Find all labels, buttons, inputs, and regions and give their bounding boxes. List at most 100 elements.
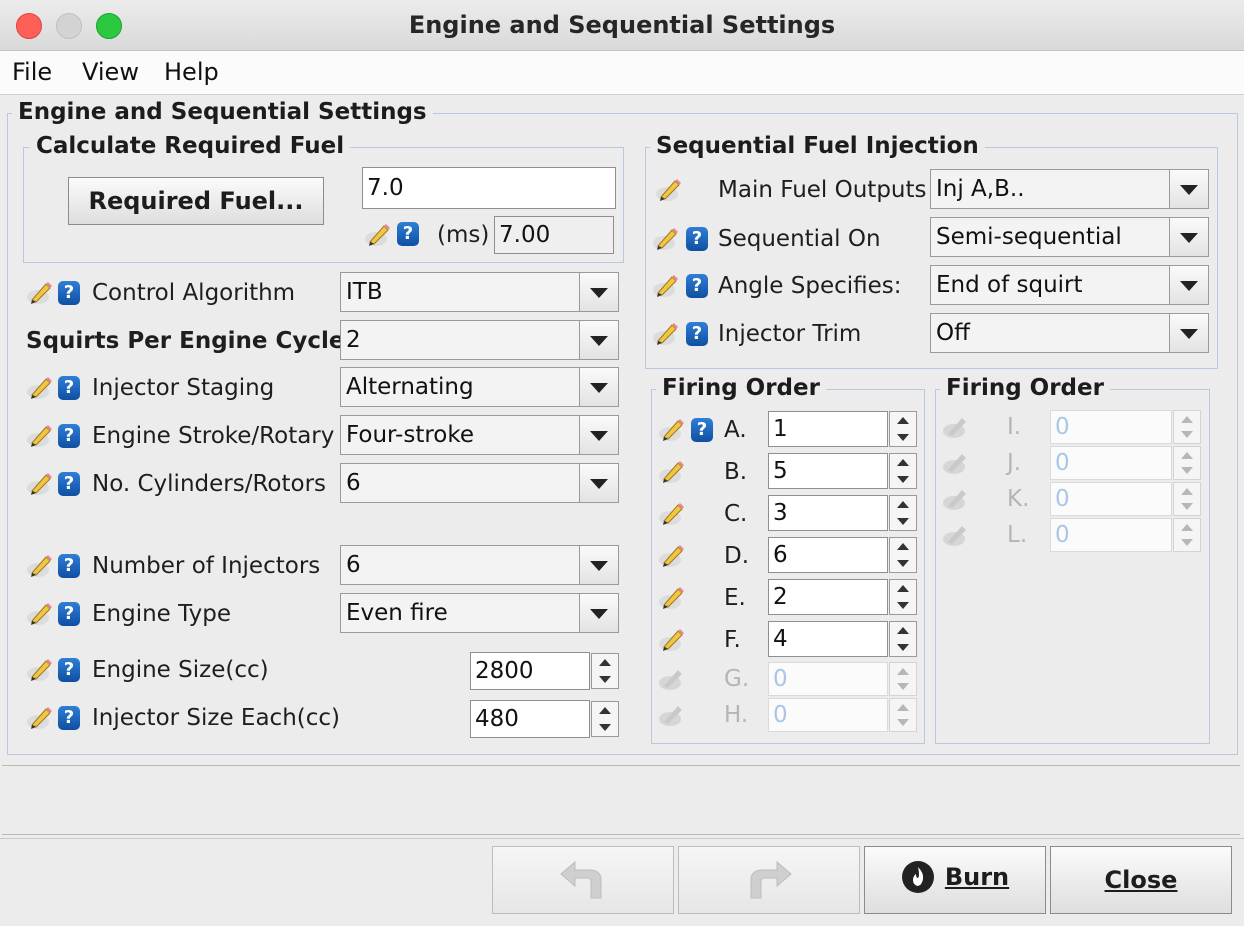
menu-file[interactable]: File	[12, 51, 52, 94]
firing-stepper-j	[1173, 446, 1201, 480]
firing-label-d: D.	[724, 543, 750, 569]
firing-input-b[interactable]	[768, 453, 888, 489]
squirts-value: 2	[346, 327, 361, 353]
pencil-icon	[26, 657, 54, 683]
main-outputs-label: Main Fuel Outputs	[718, 177, 927, 203]
firing-input-e[interactable]	[768, 579, 888, 615]
firing-label-g: G.	[724, 666, 750, 692]
firing-input-k	[1050, 482, 1172, 516]
pencil-icon	[942, 522, 970, 548]
menu-view[interactable]: View	[82, 51, 139, 94]
help-icon[interactable]: ?	[686, 322, 708, 346]
required-fuel-legend: Calculate Required Fuel	[30, 133, 351, 159]
pencil-icon	[942, 450, 970, 476]
injector-size-label: Injector Size Each(cc)	[92, 705, 341, 731]
injector-size-input[interactable]	[470, 700, 590, 738]
help-icon[interactable]: ?	[58, 281, 80, 305]
firing-input-f[interactable]	[768, 621, 888, 657]
main-outputs-value: Inj A,B..	[936, 176, 1025, 202]
pencil-icon	[658, 627, 686, 653]
chevron-down-icon[interactable]	[579, 594, 618, 632]
cylinders-value: 6	[346, 470, 361, 496]
engine-size-input[interactable]	[470, 652, 590, 690]
firing-stepper-e[interactable]	[889, 579, 917, 615]
engine-settings-legend: Engine and Sequential Settings	[12, 99, 433, 125]
firing-input-a[interactable]	[768, 411, 888, 447]
sequential-on-select[interactable]: Semi-sequential	[930, 217, 1209, 257]
chevron-down-icon[interactable]	[579, 416, 618, 454]
firing-stepper-d[interactable]	[889, 537, 917, 573]
burn-label: Burn	[944, 863, 1010, 891]
chevron-down-icon[interactable]	[579, 368, 618, 406]
firing-stepper-k	[1173, 482, 1201, 516]
angle-specifies-select[interactable]: End of squirt	[930, 265, 1209, 305]
redo-arrow-icon	[750, 860, 792, 899]
firing-input-l	[1050, 518, 1172, 552]
control-algorithm-label: Control Algorithm	[92, 280, 296, 306]
close-button[interactable]: Close	[1050, 846, 1232, 914]
engine-stroke-select[interactable]: Four-stroke	[340, 415, 619, 455]
pencil-icon	[655, 177, 683, 203]
injector-trim-value: Off	[936, 320, 970, 346]
help-icon[interactable]: ?	[58, 706, 80, 730]
engine-type-value: Even fire	[346, 600, 448, 626]
firing-input-d[interactable]	[768, 537, 888, 573]
chevron-down-icon[interactable]	[579, 273, 618, 311]
menu-help-label: Help	[164, 58, 219, 86]
pencil-icon	[942, 486, 970, 512]
menu-file-label: File	[12, 58, 53, 86]
help-icon[interactable]: ?	[58, 472, 80, 496]
firing-stepper-l	[1173, 518, 1201, 552]
chevron-down-icon[interactable]	[1169, 266, 1208, 304]
engine-type-select[interactable]: Even fire	[340, 593, 619, 633]
burn-button[interactable]: Burn	[864, 846, 1046, 914]
help-icon[interactable]: ?	[397, 222, 419, 246]
flame-icon	[901, 861, 934, 893]
control-algorithm-select[interactable]: ITB	[340, 272, 619, 312]
help-icon[interactable]: ?	[58, 424, 80, 448]
undo-arrow-icon	[560, 860, 602, 899]
required-fuel-input[interactable]	[362, 167, 616, 209]
main-outputs-select[interactable]: Inj A,B..	[930, 169, 1209, 209]
help-icon[interactable]: ?	[686, 227, 708, 251]
pencil-icon	[652, 226, 680, 252]
firing-stepper-c[interactable]	[889, 495, 917, 531]
help-icon[interactable]: ?	[58, 602, 80, 626]
squirts-select[interactable]: 2	[340, 320, 619, 360]
firing-stepper-b[interactable]	[889, 453, 917, 489]
pencil-icon	[26, 705, 54, 731]
chevron-down-icon[interactable]	[1169, 314, 1208, 352]
help-icon[interactable]: ?	[691, 418, 713, 442]
injector-trim-select[interactable]: Off	[930, 313, 1209, 353]
pencil-icon	[658, 501, 686, 527]
window-title: Engine and Sequential Settings	[408, 11, 836, 39]
chevron-down-icon[interactable]	[1169, 218, 1208, 256]
squirts-label: Squirts Per Engine Cycle	[26, 328, 345, 354]
help-icon[interactable]: ?	[686, 274, 708, 298]
engine-size-stepper[interactable]	[591, 653, 619, 689]
help-icon[interactable]: ?	[58, 376, 80, 400]
injectors-select[interactable]: 6	[340, 545, 619, 585]
engine-type-label: Engine Type	[92, 601, 231, 627]
firing-stepper-f[interactable]	[889, 621, 917, 657]
injector-size-stepper[interactable]	[591, 701, 619, 737]
required-fuel-button[interactable]: Required Fuel...	[68, 177, 324, 225]
firing-input-c[interactable]	[768, 495, 888, 531]
firing-label-k: K.	[1007, 486, 1030, 512]
chevron-down-icon[interactable]	[1169, 170, 1208, 208]
cylinders-select[interactable]: 6	[340, 463, 619, 503]
firing-label-b: B.	[724, 459, 748, 485]
chevron-down-icon[interactable]	[579, 546, 618, 584]
firing-label-h: H.	[724, 702, 749, 728]
chevron-down-icon[interactable]	[579, 464, 618, 502]
injector-staging-select[interactable]: Alternating	[340, 367, 619, 407]
injector-trim-label: Injector Trim	[718, 321, 862, 347]
firing-input-j	[1050, 446, 1172, 480]
firing-input-h	[768, 698, 888, 732]
firing-stepper-a[interactable]	[889, 411, 917, 447]
pencil-icon	[658, 666, 686, 692]
help-icon[interactable]: ?	[58, 658, 80, 682]
chevron-down-icon[interactable]	[579, 321, 618, 359]
menu-help[interactable]: Help	[164, 51, 219, 94]
help-icon[interactable]: ?	[58, 554, 80, 578]
